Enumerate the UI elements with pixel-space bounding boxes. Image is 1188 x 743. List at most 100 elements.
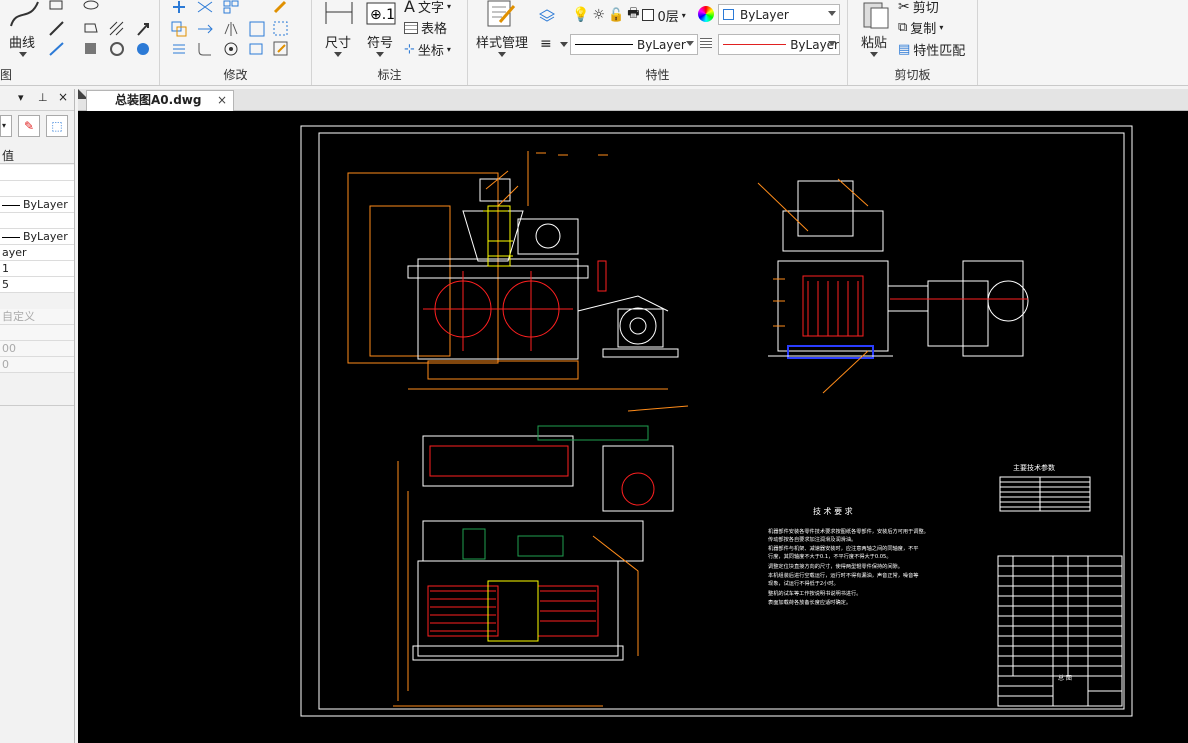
style-manager-icon[interactable] (486, 0, 516, 28)
drawing-canvas[interactable]: 主要技术参数 技 术 要 求 机器部件安装各零件技术要求按图纸各零部件，安装后方… (78, 111, 1188, 743)
palette-row[interactable]: ayer (0, 245, 74, 261)
scale-icon[interactable] (272, 20, 290, 38)
dimension-icon[interactable] (324, 0, 354, 28)
palette-value-header: 值 (0, 147, 74, 164)
symbol-icon[interactable]: ⊕.1 (366, 2, 396, 26)
side-view (757, 178, 1029, 394)
region-icon[interactable] (82, 20, 100, 38)
stretch-icon[interactable] (248, 20, 266, 38)
layer-states-icon[interactable] (538, 6, 556, 22)
palette-row[interactable]: 5 (0, 277, 74, 293)
main-params-title: 主要技术参数 (1013, 463, 1055, 472)
properties-edit-icon[interactable] (272, 40, 290, 58)
explode-icon[interactable] (248, 40, 266, 58)
palette-row[interactable] (0, 213, 74, 229)
palette-selector[interactable]: ▾ (0, 115, 12, 137)
wipeout-icon[interactable] (134, 40, 152, 58)
paste-icon[interactable] (862, 0, 890, 30)
color-wheel-icon[interactable] (698, 6, 714, 22)
lineweight-dropdown[interactable]: ByLayer (718, 34, 840, 55)
block-icon[interactable] (82, 40, 100, 58)
pointer-icon[interactable] (134, 20, 152, 38)
palette-row[interactable]: 0 (0, 357, 74, 373)
layer-control[interactable]: 💡 ☼ 🔓 🖶 0层 ▾ (572, 4, 686, 26)
symbol-dropdown-arrow[interactable] (376, 52, 384, 57)
paste-button[interactable]: 粘贴 (856, 32, 892, 51)
coordinate-tool[interactable]: ⊹ 坐标 ▾ (404, 40, 451, 59)
edit-icon[interactable] (272, 0, 290, 14)
style-manager-dropdown-arrow[interactable] (498, 52, 506, 57)
lineweight-icon[interactable] (700, 38, 712, 48)
layer-color-swatch (642, 9, 655, 21)
text-tool[interactable]: A 文字 ▾ (404, 0, 451, 16)
palette-pin-icon[interactable]: ⊥ (38, 91, 48, 104)
main-params-table (999, 476, 1091, 512)
ellipse-icon[interactable] (82, 0, 100, 14)
tech-req-line: 行度，其同轴度不大于0.1，不平行度不得大于0.05。 (768, 552, 892, 560)
style-manager-button[interactable]: 样式管理 (472, 32, 532, 51)
linetype-dropdown[interactable]: ByLayer (570, 34, 698, 55)
palette-row-lineweight[interactable]: ByLayer (0, 229, 74, 245)
coordinate-icon: ⊹ (404, 42, 415, 57)
symbol-button[interactable]: 符号 (362, 32, 398, 51)
list-icon[interactable]: ≡ (540, 36, 552, 52)
paste-dropdown-arrow[interactable] (870, 52, 878, 57)
palette-close-icon[interactable]: × (58, 90, 68, 104)
tech-req-line: 本机组装后进行空载运行，运行时不得有漏油，声音正常，噪音等 (768, 571, 918, 579)
extend-icon[interactable] (196, 20, 214, 38)
document-tab[interactable]: 总装图A0.dwg × (86, 90, 234, 111)
curve-icon[interactable] (8, 0, 42, 30)
copy-tool[interactable]: ⧉ 复制 ▾ (898, 18, 943, 37)
annotation-panel-title: 标注 (377, 68, 402, 82)
match-properties-label: 特性匹配 (913, 44, 966, 59)
table-label: 表格 (421, 22, 448, 37)
copy-object-icon[interactable] (170, 20, 188, 38)
rectangle-icon[interactable] (48, 0, 66, 14)
mirror-icon[interactable] (222, 20, 240, 38)
match-properties-tool[interactable]: ▤ 特性匹配 (898, 40, 965, 59)
parts-list (997, 555, 1123, 677)
palette-row[interactable] (0, 325, 74, 341)
palette-row[interactable] (0, 181, 74, 197)
draw-panel-title: 图 (0, 68, 13, 82)
title-block-label: 总 图 (1058, 674, 1072, 682)
trim-icon[interactable] (196, 0, 214, 14)
tech-req-line: 机器部件与机架、减速器安装时，应注意两轴之间的同轴度，不平 (768, 544, 918, 552)
fillet-icon[interactable] (196, 40, 214, 58)
tab-close-icon[interactable]: × (217, 91, 227, 110)
color-swatch (723, 9, 734, 20)
document-tab-label: 总装图A0.dwg (115, 93, 202, 107)
tech-req-line: 整机的试车等工作按说明书说明书进行。 (768, 589, 861, 597)
palette-titlebar: ▾ ⊥ × (0, 89, 74, 111)
palette-row[interactable] (0, 165, 74, 181)
select-objects-icon[interactable]: ⬚ (46, 115, 68, 137)
line-icon[interactable] (48, 20, 66, 38)
palette-row[interactable]: 00 (0, 341, 74, 357)
properties-panel: 样式管理 💡 ☼ 🔓 🖶 0层 ▾ ByLayer ≡ ByLayer ByLa… (468, 0, 848, 85)
dimension-button[interactable]: 尺寸 (320, 32, 356, 51)
copy-label: 复制 (910, 22, 937, 37)
palette-row[interactable]: 自定义 (0, 309, 74, 325)
dimension-dropdown-arrow[interactable] (334, 52, 342, 57)
palette-row-linetype[interactable]: ByLayer (0, 197, 74, 213)
match-properties-icon: ▤ (898, 42, 911, 57)
offset-icon[interactable] (170, 40, 188, 58)
palette-menu-icon[interactable]: ▾ (18, 91, 24, 104)
svg-text:⊕.1: ⊕.1 (370, 7, 395, 23)
palette-row[interactable]: 1 (0, 261, 74, 277)
curve-dropdown-arrow[interactable] (19, 52, 27, 57)
rotate-icon[interactable] (222, 40, 240, 58)
gear-icon[interactable] (108, 40, 126, 58)
curve-button[interactable]: 曲线 (4, 32, 40, 51)
polyline-icon[interactable] (48, 40, 70, 58)
linetype-value: ByLayer (637, 37, 686, 52)
quick-select-icon[interactable]: ✎ (18, 115, 40, 137)
table-tool[interactable]: 表格 (404, 18, 447, 37)
layer-print-icon: 🖶 (627, 6, 640, 21)
color-dropdown[interactable]: ByLayer (718, 4, 840, 25)
list-dropdown-arrow[interactable] (560, 42, 568, 47)
hatch-icon[interactable] (108, 20, 126, 38)
array-icon[interactable] (222, 0, 240, 14)
move-icon[interactable] (170, 0, 188, 14)
cut-tool[interactable]: ✂ 剪切 (898, 0, 939, 16)
